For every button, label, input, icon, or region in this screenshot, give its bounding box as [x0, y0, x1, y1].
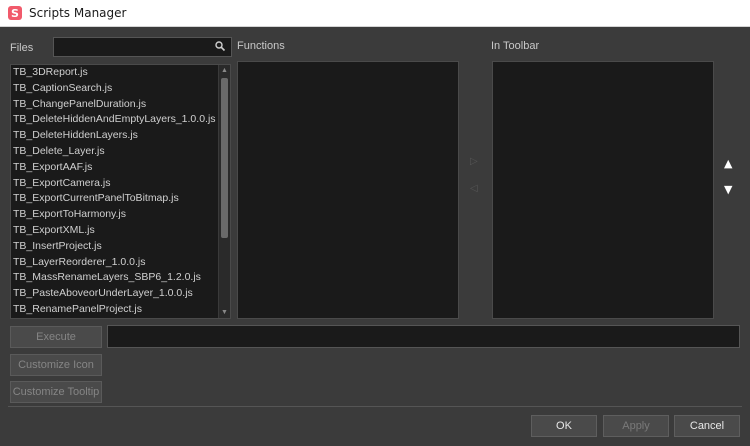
file-list-item[interactable]: TB_3DReport.js: [11, 65, 218, 81]
cancel-button[interactable]: Cancel: [674, 415, 740, 437]
file-list-item[interactable]: TB_ExportToHarmony.js: [11, 207, 218, 223]
customize-icon-button[interactable]: Customize Icon: [10, 354, 102, 376]
execute-field[interactable]: [107, 325, 740, 348]
file-list-item[interactable]: TB_Delete_Layer.js: [11, 144, 218, 160]
files-label: Files: [10, 42, 34, 54]
functions-list[interactable]: [237, 61, 459, 319]
functions-label: Functions: [237, 40, 285, 52]
scroll-down-arrow-icon[interactable]: ▼: [219, 307, 230, 318]
files-search-input[interactable]: [53, 37, 232, 57]
file-list-item[interactable]: TB_MassRenameLayers_SBP6_1.2.0.js: [11, 270, 218, 286]
in-toolbar-label: In Toolbar: [491, 40, 540, 52]
separator: [8, 406, 742, 407]
in-toolbar-list[interactable]: [492, 61, 714, 319]
file-list-item[interactable]: TB_ExportXML.js: [11, 223, 218, 239]
file-list-item[interactable]: TB_LayerReorderer_1.0.0.js: [11, 255, 218, 271]
ok-button[interactable]: OK: [531, 415, 597, 437]
remove-from-toolbar-button[interactable]: ◁: [470, 183, 478, 194]
execute-button[interactable]: Execute: [10, 326, 102, 348]
file-list-item[interactable]: TB_ChangePanelDuration.js: [11, 97, 218, 113]
scroll-up-arrow-icon[interactable]: ▲: [219, 65, 230, 76]
file-list-item[interactable]: TB_CaptionSearch.js: [11, 81, 218, 97]
files-items: TB_3DReport.js TB_CaptionSearch.js TB_Chan…: [11, 65, 218, 318]
file-list-item[interactable]: TB_RenamePanelProject.js: [11, 302, 218, 318]
scroll-thumb[interactable]: [221, 78, 228, 238]
title-bar: S Scripts Manager: [0, 0, 750, 27]
file-list-item[interactable]: TB_DeleteHiddenAndEmptyLayers_1.0.0.js: [11, 112, 218, 128]
file-list-item[interactable]: TB_ExportCamera.js: [11, 176, 218, 192]
apply-button[interactable]: Apply: [603, 415, 669, 437]
move-down-button[interactable]: ▼: [724, 183, 732, 196]
files-list[interactable]: TB_3DReport.js TB_CaptionSearch.js TB_Chan…: [10, 64, 231, 319]
file-list-item[interactable]: TB_ExportCurrentPanelToBitmap.js: [11, 191, 218, 207]
customize-tooltip-button[interactable]: Customize Tooltip: [10, 381, 102, 403]
files-scrollbar[interactable]: ▲ ▼: [218, 65, 230, 318]
file-list-item[interactable]: TB_PasteAboveorUnderLayer_1.0.0.js: [11, 286, 218, 302]
add-to-toolbar-button[interactable]: ▷: [470, 156, 478, 167]
window-title: Scripts Manager: [29, 6, 127, 20]
file-list-item[interactable]: TB_DeleteHiddenLayers.js: [11, 128, 218, 144]
file-list-item[interactable]: TB_ExportAAF.js: [11, 160, 218, 176]
move-up-button[interactable]: ▲: [724, 157, 732, 170]
file-list-item[interactable]: TB_InsertProject.js: [11, 239, 218, 255]
search-icon: [215, 41, 226, 52]
app-logo-icon: S: [8, 6, 22, 20]
